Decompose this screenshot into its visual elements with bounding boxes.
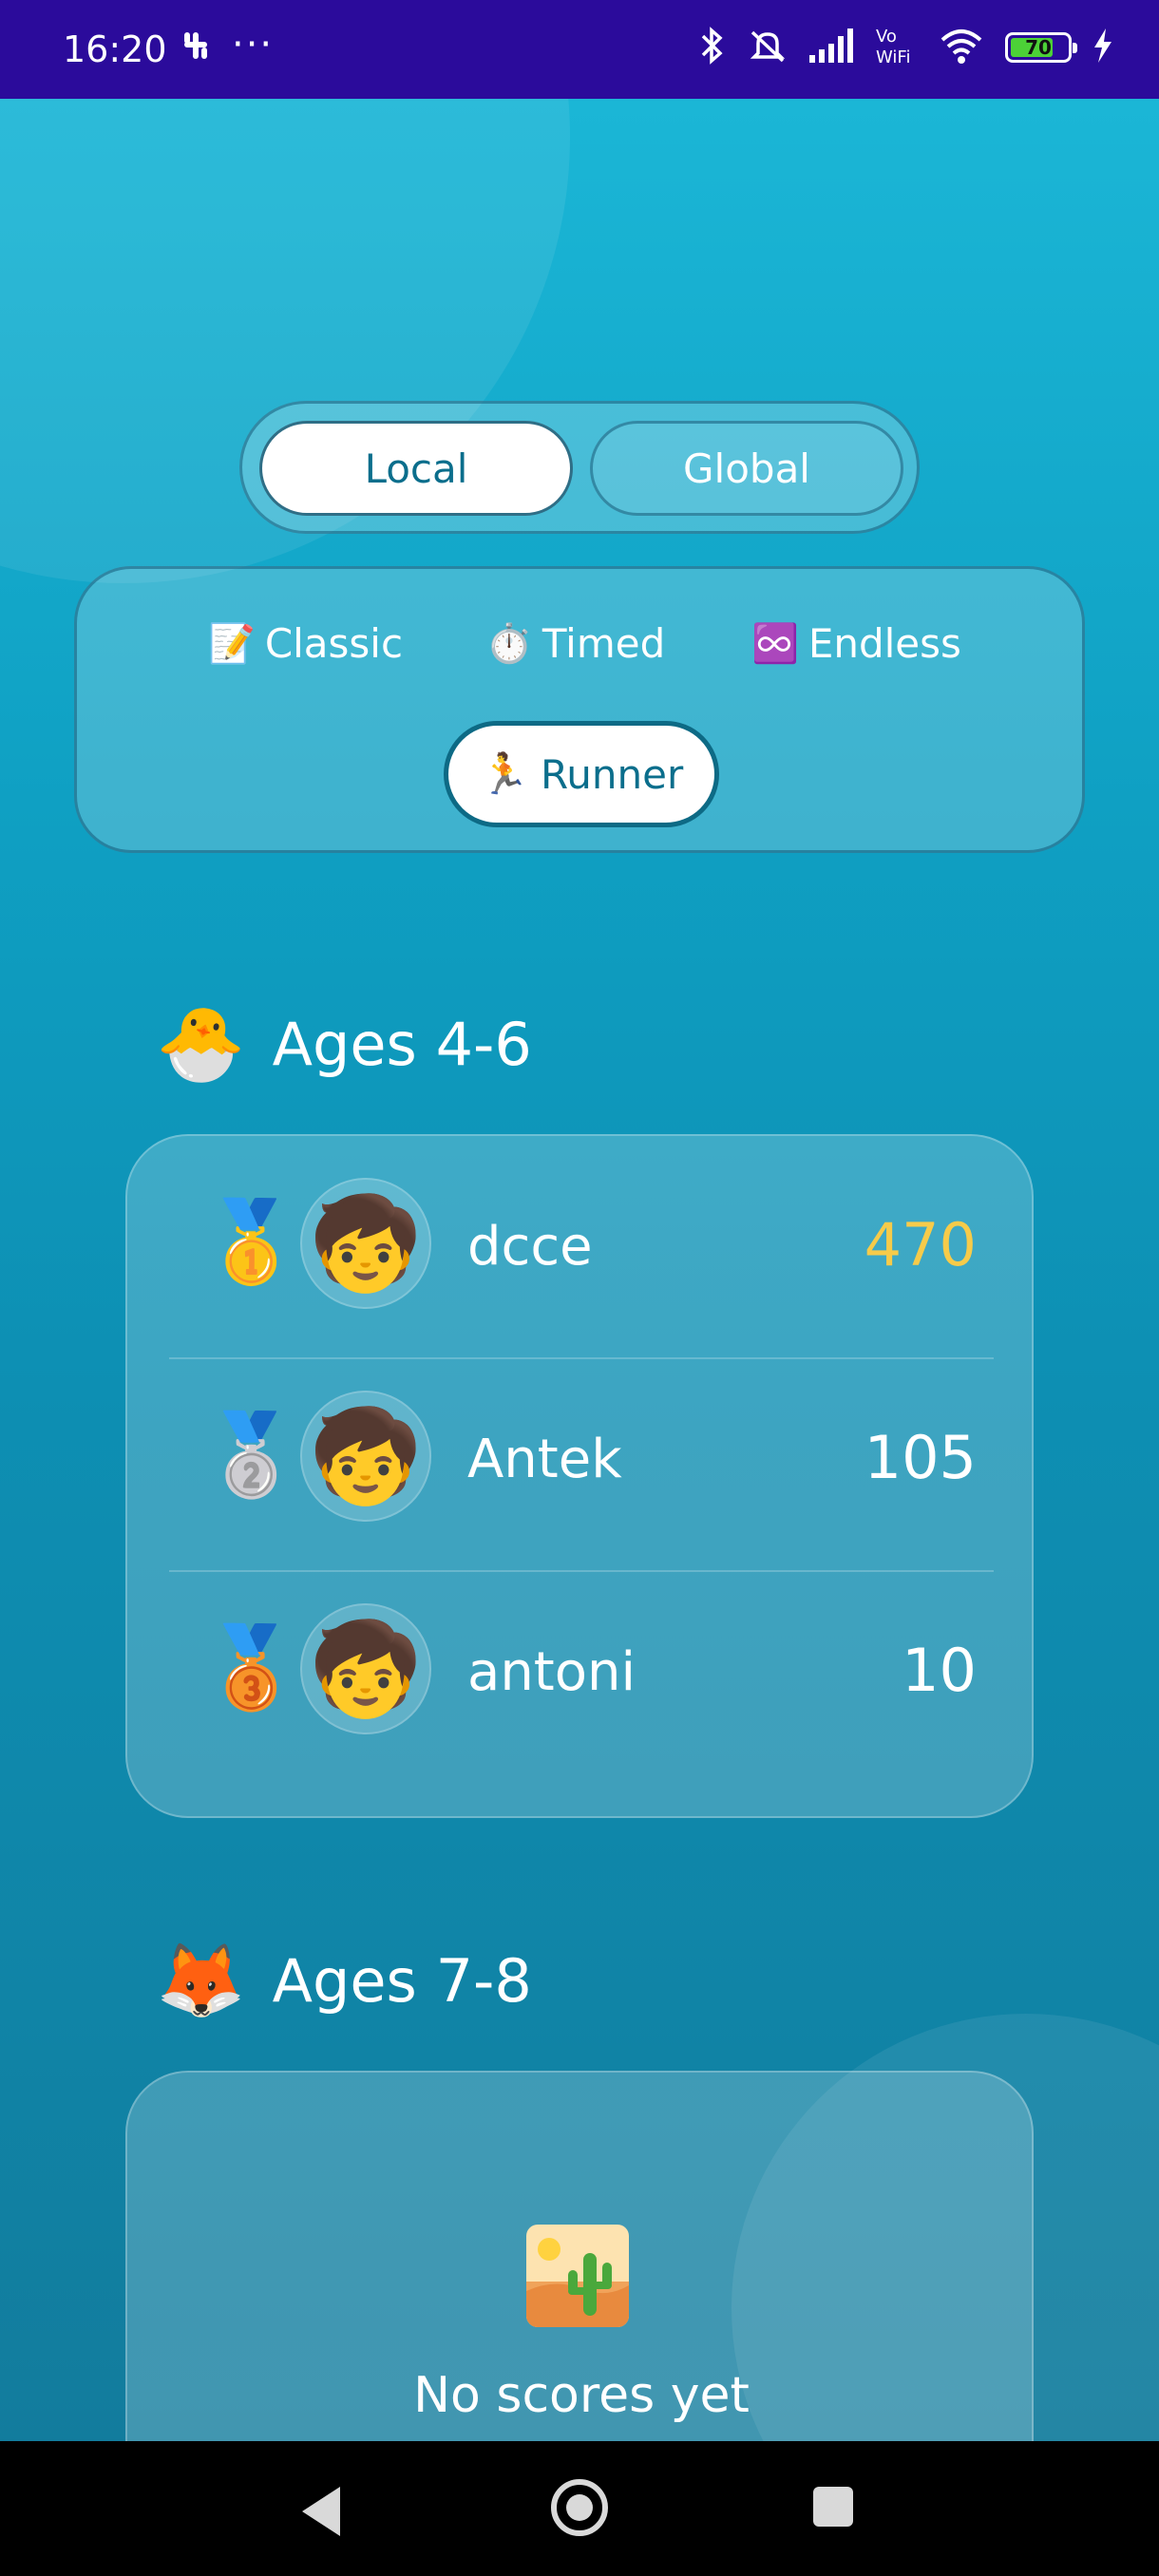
gold-medal-icon: 🥇	[201, 1195, 301, 1288]
scope-toggle: Local Global	[239, 401, 920, 534]
player-score: 470	[864, 1210, 977, 1279]
section-title-text: Ages 4-6	[272, 1009, 532, 1079]
svg-text:Vo: Vo	[876, 27, 897, 47]
signal-icon	[809, 28, 853, 66]
mode-classic[interactable]: 📝 Classic	[208, 620, 403, 667]
battery-icon: 70	[1005, 32, 1077, 63]
mode-label: Timed	[542, 620, 666, 667]
mode-label: Runner	[541, 750, 684, 798]
home-icon[interactable]	[551, 2479, 608, 2536]
mode-runner[interactable]: 🏃 Runner	[444, 721, 719, 827]
hatching-chick-icon: 🐣	[156, 1001, 246, 1086]
mode-endless[interactable]: ♾️ Endless	[751, 620, 961, 667]
mute-bell-icon	[747, 25, 788, 70]
recents-icon[interactable]	[813, 2487, 853, 2527]
stopwatch-icon: ⏱️	[485, 622, 533, 666]
global-tab[interactable]: Global	[590, 421, 903, 516]
system-nav-bar	[0, 2441, 1159, 2576]
fox-icon: 🦊	[156, 1938, 246, 2022]
bronze-medal-icon: 🥉	[201, 1620, 301, 1714]
desert-icon	[526, 2225, 629, 2327]
slack-icon	[177, 27, 215, 74]
player-score: 10	[902, 1636, 977, 1705]
avatar: 🧒	[300, 1178, 431, 1309]
status-overflow: ···	[232, 23, 275, 66]
runner-icon: 🏃	[479, 750, 530, 797]
vowifi-icon: Vo WiFi	[874, 25, 918, 70]
section-title-ages-4-6: 🐣 Ages 4-6	[156, 1001, 532, 1087]
mode-label: Classic	[264, 620, 404, 667]
section-title-ages-7-8: 🦊 Ages 7-8	[156, 1938, 532, 2023]
silver-medal-icon: 🥈	[201, 1408, 301, 1501]
back-icon[interactable]	[302, 2487, 340, 2536]
section-title-text: Ages 7-8	[272, 1945, 532, 2016]
empty-state-text: No scores yet	[413, 2367, 750, 2424]
bluetooth-icon	[697, 25, 726, 70]
leaderboard-row[interactable]: 🥈 🧒 Antek 105	[169, 1349, 994, 1562]
avatar: 🧒	[300, 1603, 431, 1734]
avatar: 🧒	[300, 1391, 431, 1522]
leaderboard-row[interactable]: 🥇 🧒 dcce 470	[169, 1136, 994, 1349]
player-name: dcce	[467, 1216, 593, 1278]
leaderboard-screen: Local Global 📝 Classic ⏱️ Timed ♾️ Endle…	[0, 99, 1159, 2441]
memo-icon: 📝	[208, 622, 256, 666]
player-name: antoni	[467, 1641, 636, 1703]
leaderboard-row[interactable]: 🥉 🧒 antoni 10	[169, 1562, 994, 1774]
player-name: Antek	[467, 1429, 622, 1490]
infinity-icon: ♾️	[751, 622, 799, 666]
status-time: 16:20	[63, 28, 167, 70]
game-mode-selector: 📝 Classic ⏱️ Timed ♾️ Endless 🏃 Runner	[74, 566, 1085, 853]
battery-level: 70	[1025, 36, 1052, 59]
local-tab[interactable]: Local	[259, 421, 573, 516]
wifi-icon	[939, 27, 984, 68]
leaderboard-card-empty: No scores yet	[125, 2071, 1034, 2441]
charging-icon	[1092, 28, 1113, 66]
player-score: 105	[864, 1423, 977, 1492]
svg-text:WiFi: WiFi	[876, 47, 910, 66]
mode-timed[interactable]: ⏱️ Timed	[485, 620, 665, 667]
status-bar: 16:20 ··· Vo WiFi 70	[0, 0, 1159, 99]
mode-label: Endless	[808, 620, 961, 667]
leaderboard-card: 🥇 🧒 dcce 470 🥈 🧒 Antek 105 🥉 🧒 antoni 10	[125, 1134, 1034, 1818]
